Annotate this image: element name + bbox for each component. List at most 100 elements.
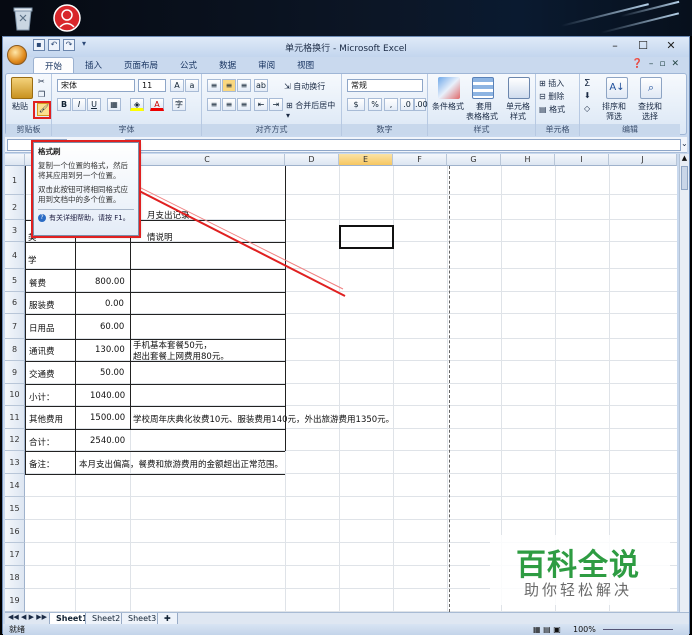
customize-qat-icon[interactable]: ▾ bbox=[78, 39, 90, 51]
align-right-icon[interactable]: ≡ bbox=[237, 98, 251, 111]
font-group-label: 字体 bbox=[52, 124, 201, 135]
view-buttons[interactable]: ▦ ▤ ▣ bbox=[533, 624, 561, 635]
tab-insert[interactable]: 插入 bbox=[74, 57, 113, 73]
align-top-icon[interactable]: ≡ bbox=[207, 79, 221, 92]
help-controls: ❓ – ▫ ✕ bbox=[632, 59, 679, 69]
number-group: 常规 $ % , .0 .00 数字 bbox=[342, 74, 428, 136]
sheet-tab-bar: ◀◀ ◀ ▶ ▶▶ Sheet1 Sheet2 Sheet3 ✚ bbox=[5, 612, 689, 625]
minimize-icon[interactable]: – bbox=[601, 39, 629, 55]
currency-icon[interactable]: $ bbox=[347, 98, 365, 111]
window-controls: – ☐ ✕ bbox=[601, 39, 685, 55]
help-icon[interactable]: ❓ bbox=[632, 59, 643, 69]
orientation-icon[interactable]: ab bbox=[254, 79, 268, 92]
cell-style-icon[interactable] bbox=[508, 77, 530, 99]
ribbon-minimize-icon[interactable]: – bbox=[649, 59, 654, 69]
wallpaper-streak bbox=[600, 12, 680, 34]
zoom-slider[interactable] bbox=[603, 629, 673, 630]
watermark: 百科全说 助你轻松解决 bbox=[490, 535, 670, 605]
expand-formula-icon[interactable]: ⌄ bbox=[681, 139, 688, 148]
underline-icon[interactable]: U bbox=[87, 98, 101, 111]
undo-icon[interactable]: ↶ bbox=[48, 39, 60, 51]
app-shortcut-icon[interactable] bbox=[52, 3, 82, 33]
watermark-title: 百科全说 bbox=[516, 548, 640, 583]
table-format-icon[interactable] bbox=[472, 77, 494, 99]
editing-group-label: 编辑 bbox=[580, 124, 680, 135]
tab-page-layout[interactable]: 页面布局 bbox=[113, 57, 169, 73]
align-center-icon[interactable]: ≡ bbox=[222, 98, 236, 111]
tab-data[interactable]: 数据 bbox=[208, 57, 247, 73]
phonetic-icon[interactable]: 字 bbox=[172, 98, 186, 111]
tab-home[interactable]: 开始 bbox=[33, 57, 75, 73]
find-select-icon[interactable]: ⌕ bbox=[640, 77, 662, 99]
sort-filter-icon[interactable]: A↓ bbox=[606, 77, 628, 99]
align-bottom-icon[interactable]: ≡ bbox=[237, 79, 251, 92]
scroll-up-icon[interactable]: ▲ bbox=[680, 154, 689, 164]
paste-button-label[interactable]: 粘贴 bbox=[12, 101, 28, 112]
autosum-icon[interactable]: Σ bbox=[584, 78, 590, 89]
workbook-close-icon[interactable]: ✕ bbox=[671, 59, 679, 69]
bold-icon[interactable]: B bbox=[57, 98, 71, 111]
paste-icon[interactable] bbox=[11, 77, 33, 99]
increase-decimal-icon[interactable]: .0 bbox=[400, 98, 414, 111]
delete-cells-label: 删除 bbox=[548, 92, 565, 101]
redo-icon[interactable]: ↷ bbox=[63, 39, 75, 51]
tooltip-highlight bbox=[31, 140, 141, 238]
copy-icon[interactable]: ❐ bbox=[38, 90, 45, 99]
table-format-label-2[interactable]: 表格格式 bbox=[466, 111, 498, 122]
find-select-label-2[interactable]: 选择 bbox=[642, 111, 658, 122]
percent-icon[interactable]: % bbox=[368, 98, 382, 111]
alignment-group: ≡ ≡ ≡ ab ⇲ 自动换行 ≡ ≡ ≡ ⇤ ⇥ ⊞ 合并后居中 ▾ 对齐方式 bbox=[202, 74, 342, 136]
format-painter-highlight bbox=[33, 101, 51, 119]
sort-filter-label-2[interactable]: 筛选 bbox=[606, 111, 622, 122]
formula-input[interactable] bbox=[125, 139, 681, 151]
number-format-select[interactable]: 常规 bbox=[347, 79, 423, 92]
shrink-font-icon[interactable]: a bbox=[185, 79, 199, 92]
increase-indent-icon[interactable]: ⇥ bbox=[269, 98, 283, 111]
border-icon[interactable]: ▦ bbox=[107, 98, 121, 111]
align-left-icon[interactable]: ≡ bbox=[207, 98, 221, 111]
styles-group: 条件格式 套用 表格格式 单元格 样式 样式 bbox=[428, 74, 536, 136]
grow-font-icon[interactable]: A bbox=[170, 79, 184, 92]
save-icon[interactable]: ▪ bbox=[33, 39, 45, 51]
merge-center-button[interactable]: ⊞ 合并后居中 ▾ bbox=[286, 100, 341, 120]
insert-cells-button[interactable]: ⊞ 插入 bbox=[539, 78, 564, 89]
decrease-decimal-icon[interactable]: .00 bbox=[414, 98, 428, 111]
clear-icon[interactable]: ◇ bbox=[584, 104, 590, 113]
align-middle-icon[interactable]: ≡ bbox=[222, 79, 236, 92]
scroll-thumb[interactable] bbox=[681, 166, 688, 190]
zoom-level[interactable]: 100% bbox=[573, 624, 596, 635]
italic-icon[interactable]: I bbox=[72, 98, 86, 111]
format-cells-button[interactable]: ▤ 格式 bbox=[539, 104, 565, 115]
status-bar: 就绪 ▦ ▤ ▣ 100% bbox=[3, 624, 689, 635]
decrease-indent-icon[interactable]: ⇤ bbox=[254, 98, 268, 111]
close-icon[interactable]: ✕ bbox=[657, 39, 685, 55]
wrap-text-button[interactable]: ⇲ 自动换行 bbox=[284, 81, 325, 92]
number-group-label: 数字 bbox=[342, 124, 427, 135]
desktop bbox=[0, 0, 692, 36]
quick-access-toolbar: ▪ ↶ ↷ ▾ bbox=[33, 39, 90, 51]
cells-group: ⊞ 插入 ⊟ 删除 ▤ 格式 单元格 bbox=[536, 74, 580, 136]
recycle-bin-icon[interactable] bbox=[8, 3, 38, 33]
maximize-icon[interactable]: ☐ bbox=[629, 39, 657, 55]
conditional-format-label[interactable]: 条件格式 bbox=[432, 101, 464, 112]
font-size-select[interactable]: 11 bbox=[138, 79, 166, 92]
vertical-scrollbar[interactable]: ▲ bbox=[679, 154, 689, 612]
cut-icon[interactable]: ✂ bbox=[38, 77, 45, 86]
conditional-format-icon[interactable] bbox=[438, 77, 460, 99]
font-name-select[interactable]: 宋体 bbox=[57, 79, 135, 92]
font-color-icon[interactable]: A bbox=[150, 98, 164, 111]
tab-view[interactable]: 视图 bbox=[286, 57, 325, 73]
styles-group-label: 样式 bbox=[428, 124, 535, 135]
merge-center-label: 合并后居中 bbox=[295, 101, 336, 110]
title-bar: 单元格换行 - Microsoft Excel ▪ ↶ ↷ ▾ – ☐ ✕ bbox=[3, 37, 689, 57]
cell-style-label-2[interactable]: 样式 bbox=[510, 111, 526, 122]
tab-review[interactable]: 审阅 bbox=[247, 57, 286, 73]
fill-color-icon[interactable]: ◈ bbox=[130, 98, 144, 111]
tab-formulas[interactable]: 公式 bbox=[169, 57, 208, 73]
fill-icon[interactable]: ⬇ bbox=[584, 91, 591, 100]
office-button[interactable] bbox=[7, 45, 27, 65]
ribbon-restore-icon[interactable]: ▫ bbox=[659, 59, 665, 69]
sheet-nav-icons[interactable]: ◀◀ ◀ ▶ ▶▶ bbox=[8, 613, 47, 621]
comma-icon[interactable]: , bbox=[384, 98, 398, 111]
delete-cells-button[interactable]: ⊟ 删除 bbox=[539, 91, 564, 102]
